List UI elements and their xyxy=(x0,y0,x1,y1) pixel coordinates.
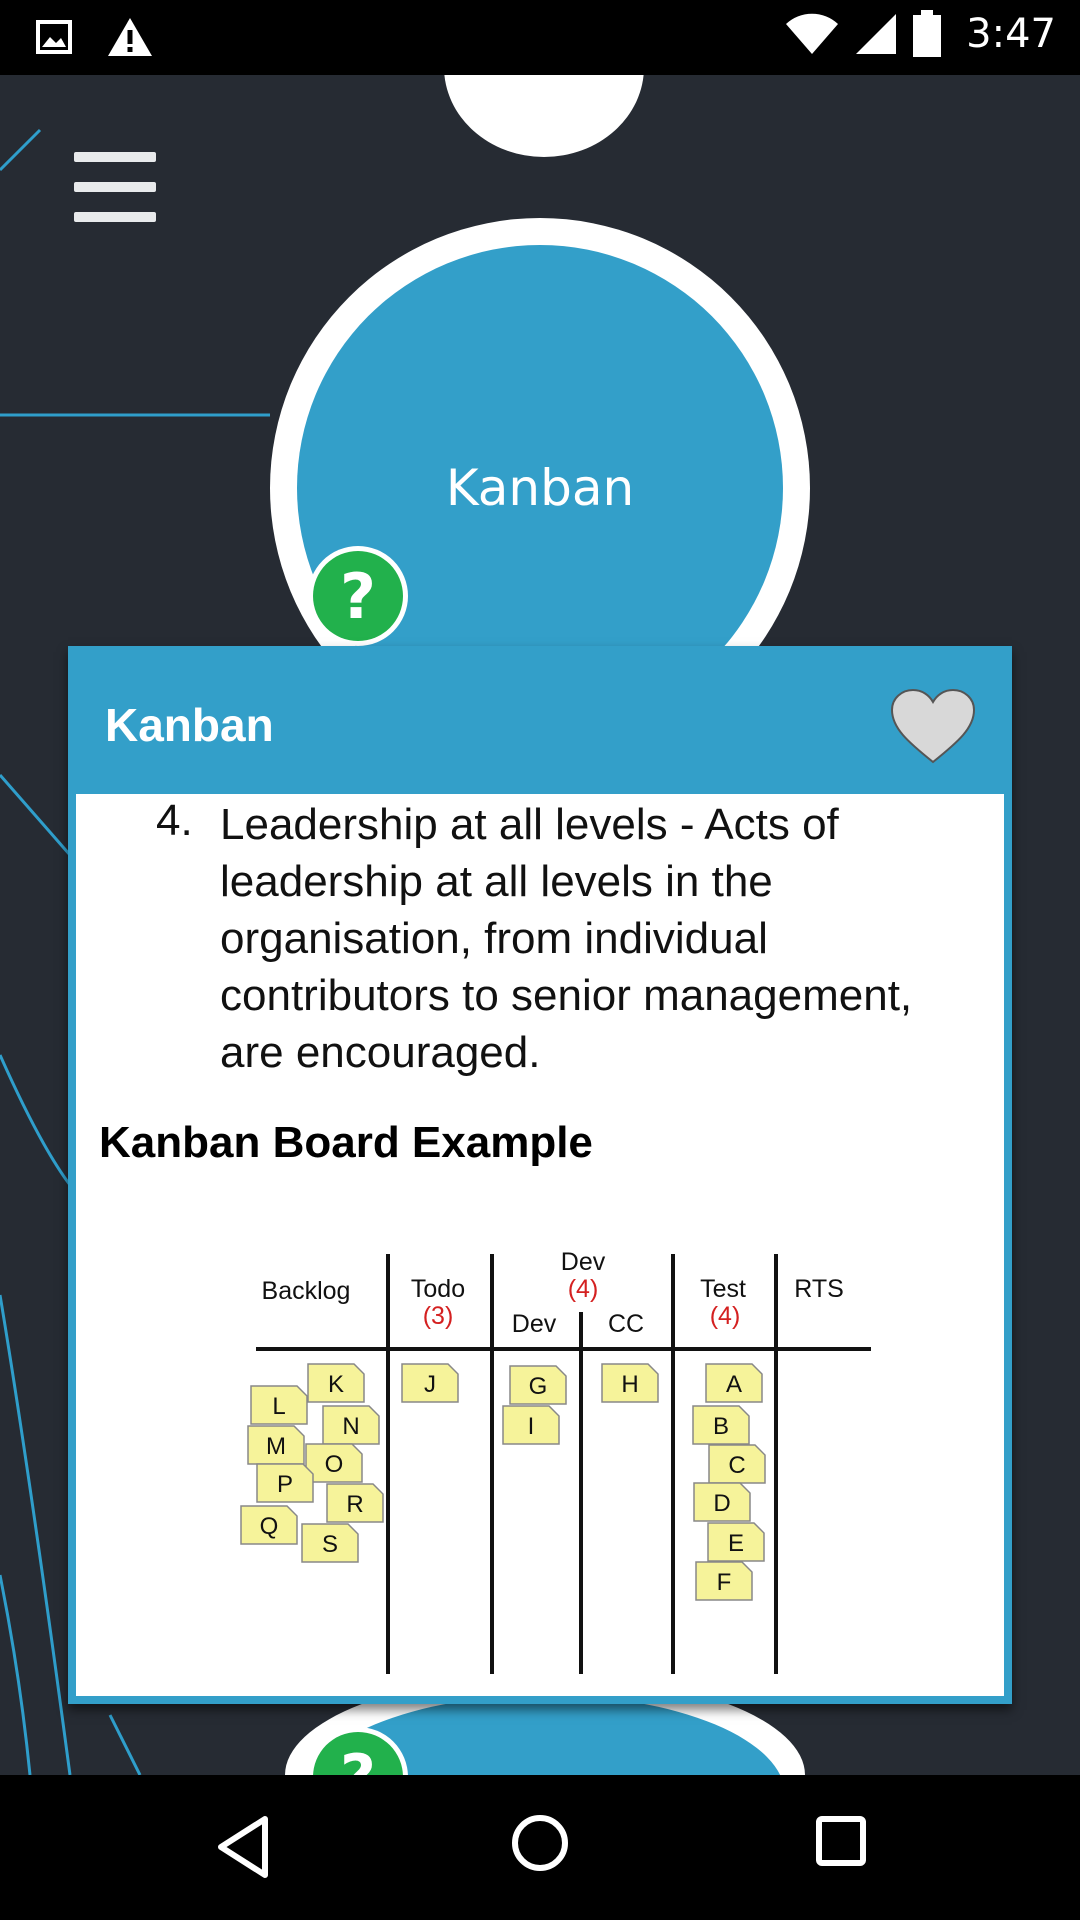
col-rts: RTS xyxy=(794,1275,844,1303)
list-text: Leadership at all levels - Acts of leade… xyxy=(220,800,913,1077)
wifi-icon xyxy=(786,13,839,54)
col-backlog: Backlog xyxy=(262,1277,351,1305)
sticky-label: H xyxy=(621,1371,638,1398)
sticky-note-i: I xyxy=(502,1405,560,1445)
sticky-note-a: A xyxy=(705,1363,763,1403)
sticky-label: M xyxy=(266,1433,286,1460)
sticky-note-p: P xyxy=(256,1463,314,1503)
col-todo: Todo xyxy=(411,1275,465,1303)
sticky-label: N xyxy=(342,1413,359,1440)
card-header: Kanban xyxy=(68,646,1012,794)
card-title: Kanban xyxy=(105,699,274,751)
col-cc-sub: CC xyxy=(608,1310,644,1338)
sticky-note-n: N xyxy=(322,1405,380,1445)
section-heading: Kanban Board Example xyxy=(99,1118,593,1167)
sticky-label: P xyxy=(277,1471,293,1498)
sticky-note-q: Q xyxy=(240,1505,298,1545)
sticky-label: B xyxy=(713,1413,729,1440)
status-bar: 3:47 xyxy=(0,0,1080,75)
navigation-bar xyxy=(0,1775,1080,1920)
sticky-label: D xyxy=(713,1490,730,1517)
sticky-note-f: F xyxy=(695,1561,753,1601)
sticky-note-j: J xyxy=(401,1363,459,1403)
sticky-note-r: R xyxy=(326,1483,384,1523)
node-label: Kanban xyxy=(445,459,635,517)
back-icon[interactable] xyxy=(215,1815,271,1879)
menu-button[interactable] xyxy=(74,152,156,224)
col-dev: Dev xyxy=(561,1248,606,1276)
col-dev-limit: (4) xyxy=(568,1275,599,1303)
card-body[interactable]: 4. Leadership at all levels - Acts of le… xyxy=(76,794,1004,1696)
sticky-note-s: S xyxy=(301,1523,359,1563)
sticky-label: J xyxy=(424,1371,436,1398)
kanban-board-image: Backlog Todo (3) Dev (4) Dev CC Test (4)… xyxy=(240,1248,871,1674)
question-icon: ? xyxy=(340,559,376,633)
sticky-label: O xyxy=(325,1451,344,1478)
sticky-notes: K L N M O P R Q S J GI H ABCDEF xyxy=(240,1363,766,1601)
sticky-label: F xyxy=(717,1569,732,1596)
sticky-note-o: O xyxy=(305,1443,363,1483)
recents-icon[interactable] xyxy=(815,1815,867,1867)
sticky-label: G xyxy=(529,1373,548,1400)
battery-icon xyxy=(913,10,942,57)
clock: 3:47 xyxy=(966,11,1056,57)
sticky-label: C xyxy=(728,1452,745,1479)
col-dev-sub: Dev xyxy=(512,1310,557,1338)
detail-card: Kanban 4. Leadership at all levels - Act… xyxy=(68,646,1012,1704)
col-test: Test xyxy=(700,1275,746,1303)
sticky-note-m: M xyxy=(247,1425,305,1465)
sticky-note-g: G xyxy=(509,1365,567,1405)
sticky-label: K xyxy=(328,1371,344,1398)
sticky-label: I xyxy=(528,1413,535,1440)
help-button[interactable]: ? xyxy=(308,546,408,646)
image-icon xyxy=(36,20,72,54)
sticky-label: R xyxy=(346,1491,363,1518)
sticky-note-l: L xyxy=(250,1385,308,1425)
sticky-note-e: E xyxy=(707,1522,765,1562)
favorite-heart-icon[interactable] xyxy=(888,686,978,766)
sticky-note-d: D xyxy=(693,1482,751,1522)
sticky-label: L xyxy=(272,1393,285,1420)
sticky-note-h: H xyxy=(601,1363,659,1403)
list-number: 4. xyxy=(156,796,193,845)
sticky-note-k: K xyxy=(307,1363,365,1403)
sticky-label: A xyxy=(726,1371,742,1398)
sticky-label: E xyxy=(728,1530,744,1557)
warning-icon xyxy=(108,18,152,56)
sticky-label: Q xyxy=(260,1513,279,1540)
question-icon: ? xyxy=(340,1741,376,1776)
sticky-note-b: B xyxy=(692,1405,750,1445)
sticky-label: S xyxy=(322,1531,338,1558)
col-todo-limit: (3) xyxy=(423,1302,454,1330)
col-test-limit: (4) xyxy=(710,1302,741,1330)
signal-icon xyxy=(856,14,897,54)
home-icon[interactable] xyxy=(510,1813,570,1873)
sticky-note-c: C xyxy=(708,1444,766,1484)
menu-icon xyxy=(74,152,156,224)
